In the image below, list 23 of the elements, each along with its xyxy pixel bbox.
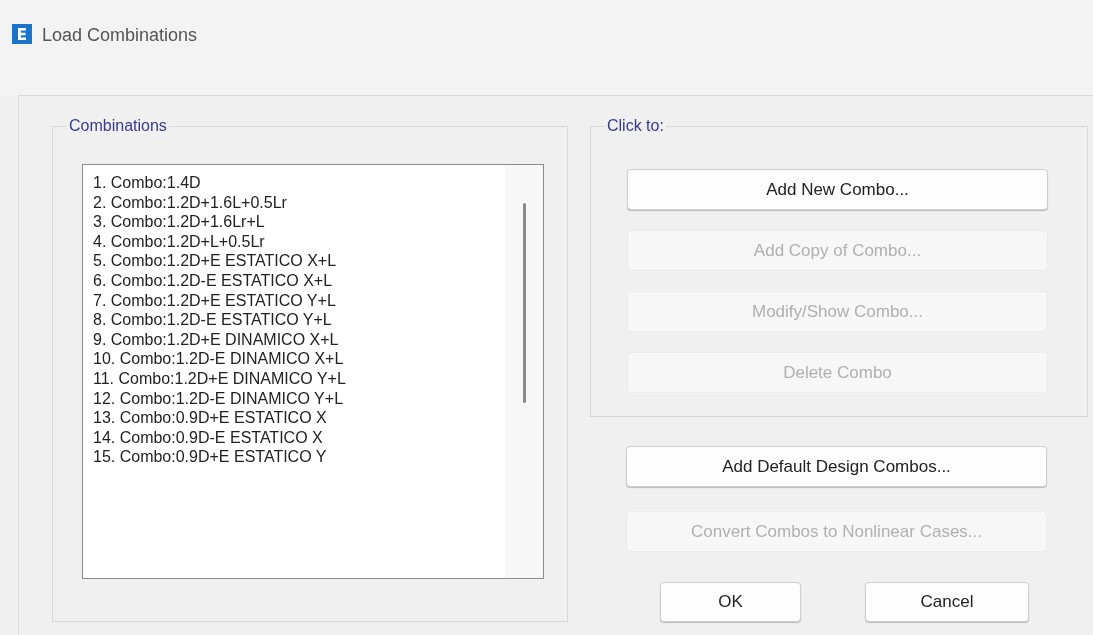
combination-item[interactable]: 15. Combo:0.9D+E ESTATICO Y (91, 447, 505, 467)
combination-item[interactable]: 13. Combo:0.9D+E ESTATICO X (91, 408, 505, 428)
action-button[interactable]: Add Default Design Combos... (626, 446, 1047, 487)
window-title: Load Combinations (42, 24, 198, 47)
combination-item[interactable]: 8. Combo:1.2D-E ESTATICO Y+L (91, 310, 505, 330)
combination-item[interactable]: 10. Combo:1.2D-E DINAMICO X+L (91, 349, 505, 369)
action-button[interactable]: Add New Combo... (627, 169, 1048, 210)
ok-button[interactable]: OK (660, 582, 801, 622)
combination-item[interactable]: 4. Combo:1.2D+L+0.5Lr (91, 231, 505, 252)
combination-item[interactable]: 7. Combo:1.2D+E ESTATICO Y+L (91, 290, 505, 311)
combination-item[interactable]: 9. Combo:1.2D+E DINAMICO X+L (91, 329, 505, 350)
combination-item[interactable]: 6. Combo:1.2D-E ESTATICO X+L (91, 270, 505, 291)
combination-item[interactable]: 11. Combo:1.2D+E DINAMICO Y+L (91, 368, 505, 389)
combination-item[interactable]: 5. Combo:1.2D+E ESTATICO X+L (91, 251, 505, 271)
combination-item[interactable]: 2. Combo:1.2D+1.6L+0.5Lr (91, 192, 505, 213)
combination-item[interactable]: 14. Combo:0.9D-E ESTATICO X (91, 427, 505, 448)
combination-item[interactable]: 1. Combo:1.4D (91, 173, 505, 193)
cancel-button[interactable]: Cancel (865, 582, 1029, 622)
combination-item[interactable]: 12. Combo:1.2D-E DINAMICO Y+L (91, 388, 505, 409)
combination-item[interactable]: 3. Combo:1.2D+1.6Lr+L (91, 212, 505, 232)
scrollbar-thumb[interactable] (522, 203, 526, 403)
app-logo-icon (12, 24, 32, 44)
combinations-list[interactable] (82, 164, 544, 579)
